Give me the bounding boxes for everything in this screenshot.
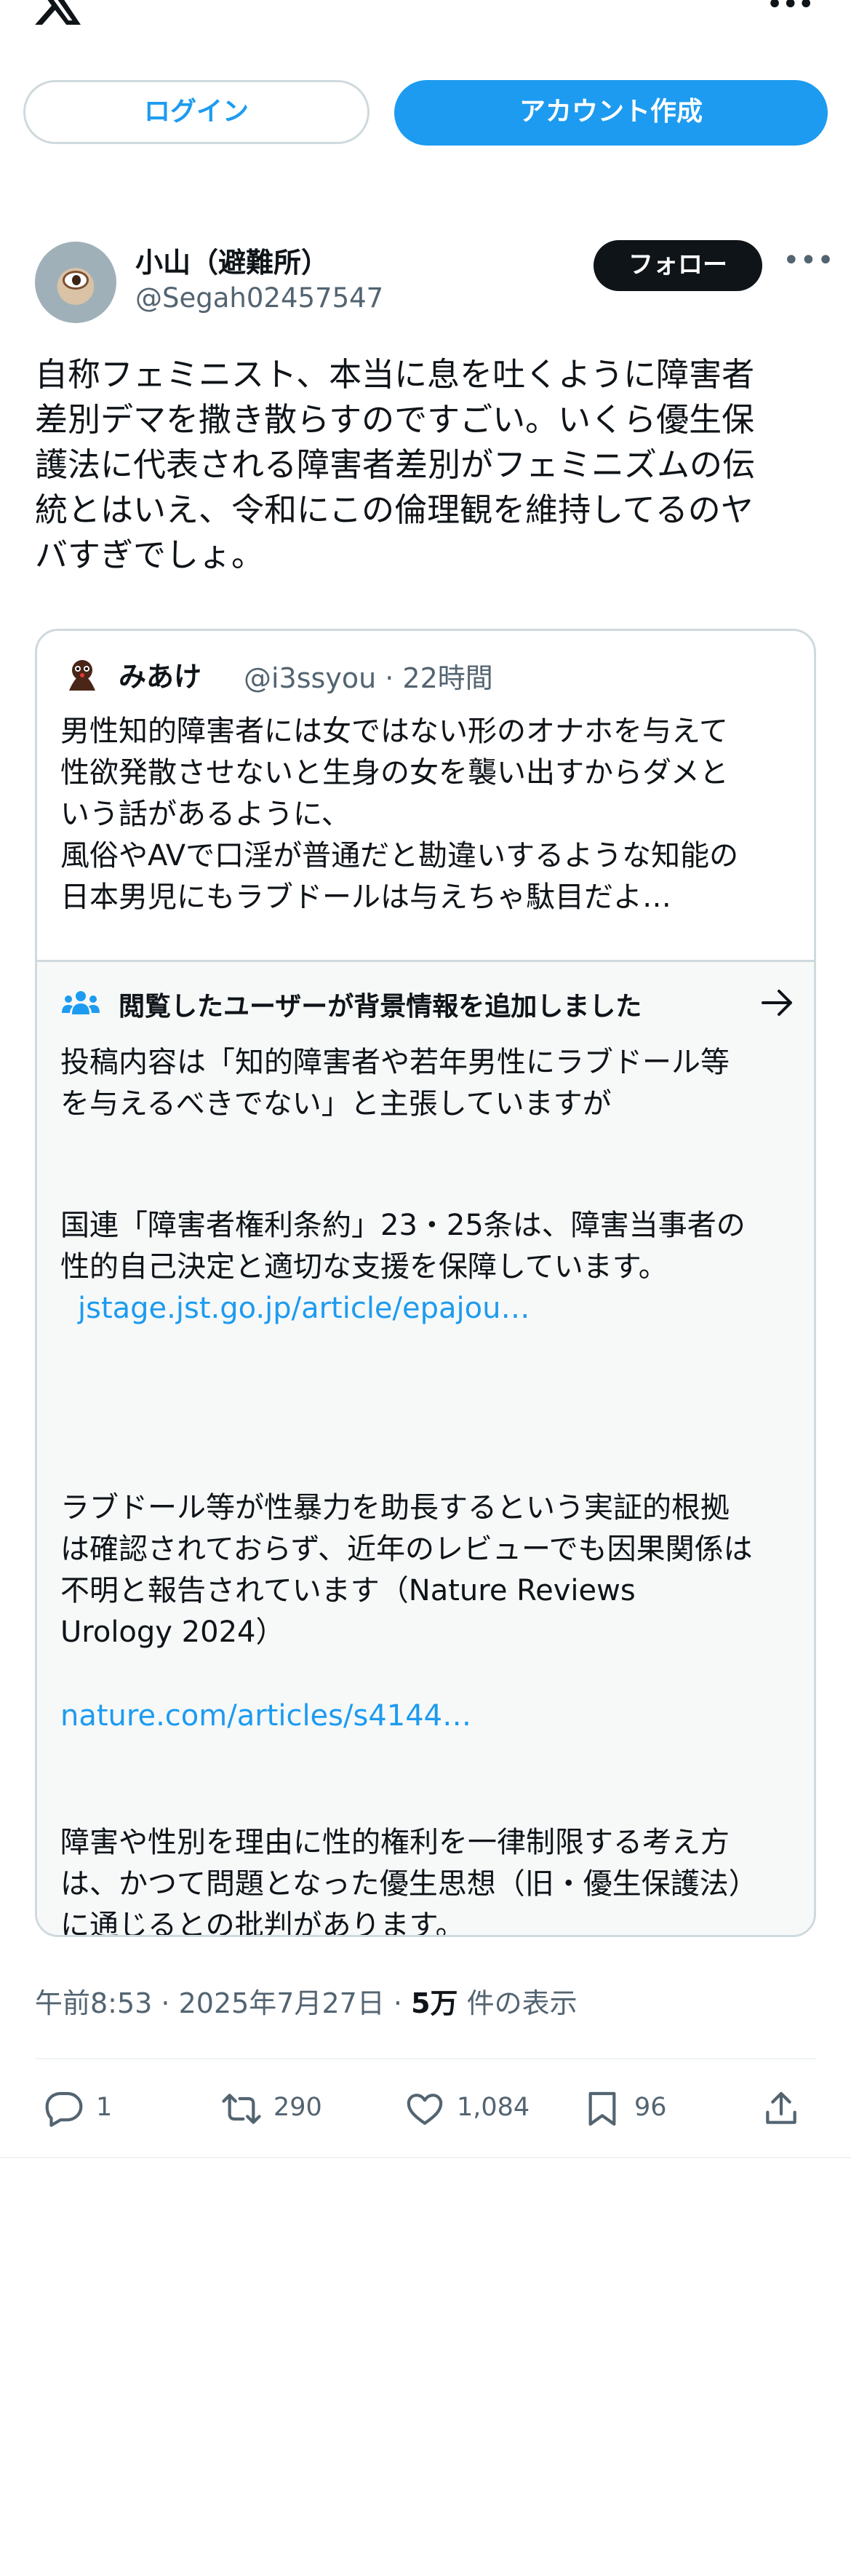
view-count: 5万 xyxy=(411,1987,458,2019)
reply-count: 1 xyxy=(96,2093,113,2122)
quote-header: みあけ @i3ssyou · 22時間 xyxy=(60,653,788,696)
note-link-nature[interactable]: nature.com/articles/s4144… xyxy=(60,1696,471,1737)
divider xyxy=(35,2058,816,2059)
tweet-date[interactable]: 2025年7月27日 xyxy=(179,1987,385,2019)
retweet-count: 290 xyxy=(273,2093,322,2122)
top-bar: ••• xyxy=(0,0,851,29)
note-paragraph-4: 障害や性別を理由に性的権利を一律制限する考え方 は、かつて問題となった優生思想（… xyxy=(60,1826,758,1937)
quote-avatar[interactable] xyxy=(60,653,104,696)
note-paragraph-1: 投稿内容は「知的障害者や若年男性にラブドール等 を与えるべきでない」と主張してい… xyxy=(60,1046,730,1121)
quote-meta: @i3ssyou · 22時間 xyxy=(244,662,493,694)
avatar[interactable] xyxy=(35,242,116,323)
author-handle[interactable]: @Segah02457547 xyxy=(135,282,383,314)
quoted-tweet[interactable]: みあけ @i3ssyou · 22時間 男性知的障害者には女ではない形のオナホを… xyxy=(35,629,816,1937)
community-note: 閲覧したユーザーが背景情報を追加しました 投稿内容は「知的障害者や若年男性にラブ… xyxy=(37,960,814,1937)
bookmark-icon xyxy=(588,2091,616,2126)
arrow-right-icon[interactable] xyxy=(760,987,795,1019)
tweet-text: 自称フェミニスト、本当に息を吐くように障害者 差別デマを撒き散らすのですごい。い… xyxy=(35,355,756,574)
author-display-name[interactable]: 小山（避難所） xyxy=(135,240,329,280)
like-count: 1,084 xyxy=(457,2093,530,2122)
more-icon[interactable]: ••• xyxy=(766,0,815,19)
signup-button[interactable]: アカウント作成 xyxy=(394,80,828,146)
follow-button[interactable]: フォロー xyxy=(594,240,762,291)
note-paragraph-2: 国連「障害者権利条約」23・25条は、障害当事者の 性的自己決定と適切な支援を保… xyxy=(60,1209,746,1284)
reply-icon xyxy=(45,2091,83,2127)
divider xyxy=(0,2157,851,2158)
quote-text: 男性知的障害者には女ではない形のオナホを与えて 性欲発散させないと生身の女を襲い… xyxy=(60,715,739,914)
note-link-jstage[interactable]: jstage.jst.go.jp/article/epajou… xyxy=(78,1288,530,1329)
view-label: 件の表示 xyxy=(466,1987,578,2019)
retweet-icon xyxy=(222,2094,261,2124)
tweet-timestamp: 午前8:53 · 2025年7月27日 · 5万 件の表示 xyxy=(35,1987,578,2019)
tweet-time[interactable]: 午前8:53 xyxy=(35,1987,152,2019)
community-note-title: 閲覧したユーザーが背景情報を追加しました xyxy=(119,992,642,1022)
note-paragraph-3: ラブドール等が性暴力を助長するという実証的根拠 は確認されておらず、近年のレビュ… xyxy=(60,1491,753,1649)
community-note-header[interactable]: 閲覧したユーザーが背景情報を追加しました xyxy=(60,984,795,1025)
tweet-actions: 1 290 1,084 96 xyxy=(35,2083,816,2134)
share-icon xyxy=(766,2091,796,2124)
more-icon[interactable]: ••• xyxy=(783,246,834,275)
people-icon xyxy=(62,991,100,1014)
like-icon xyxy=(407,2094,443,2125)
quote-display-name: みあけ xyxy=(119,661,202,693)
login-button[interactable]: ログイン xyxy=(23,80,369,144)
tweet-author: 小山（避難所） @Segah02457547 フォロー ••• xyxy=(35,240,834,327)
bookmark-count: 96 xyxy=(634,2093,667,2122)
auth-buttons: ログイン アカウント作成 xyxy=(23,80,828,146)
x-logo-icon[interactable] xyxy=(33,0,83,25)
